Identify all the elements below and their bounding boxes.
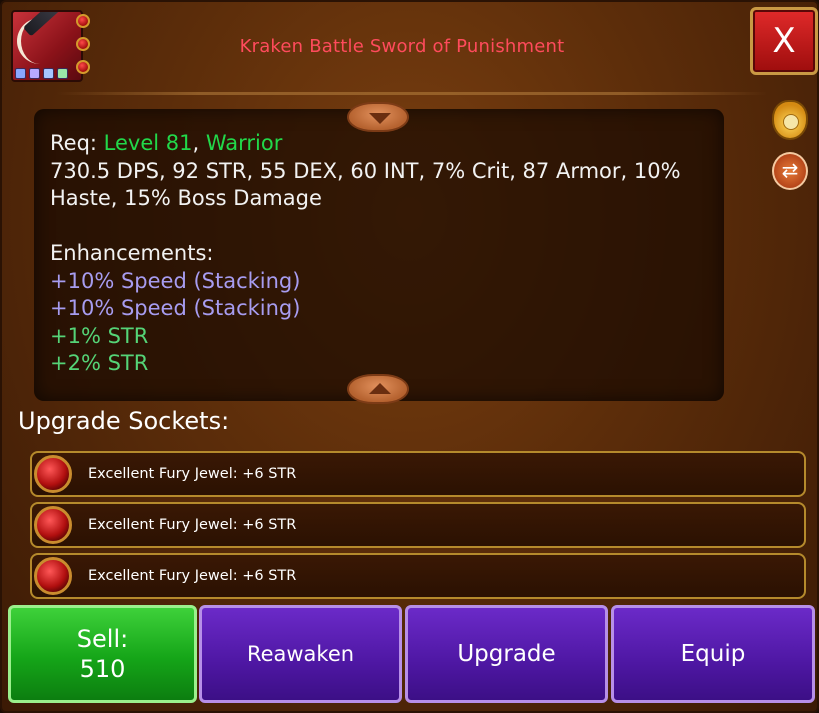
sell-button[interactable]: Sell: 510 [8, 605, 197, 703]
socket-label: Excellent Fury Jewel: +6 STR [88, 466, 297, 482]
swap-icon[interactable] [772, 152, 808, 190]
equip-button[interactable]: Equip [611, 605, 815, 703]
gem-pip [29, 68, 40, 79]
item-description: Req: Level 81, Warrior 730.5 DPS, 92 STR… [50, 130, 705, 378]
req-level: Level 81 [103, 131, 193, 155]
enhancement-line: +10% Speed (Stacking) [50, 268, 301, 293]
req-class: Warrior [205, 131, 283, 155]
enhancement-line: +10% Speed (Stacking) [50, 296, 301, 320]
requirements-line: Req: Level 81, Warrior [50, 130, 705, 158]
upgrade-socket-row[interactable]: Excellent Fury Jewel: +6 STR [30, 553, 806, 599]
req-separator: , [192, 131, 206, 155]
socket-label: Excellent Fury Jewel: +6 STR [88, 568, 297, 584]
scroll-down-button[interactable] [347, 102, 409, 132]
reawaken-button[interactable]: Reawaken [199, 605, 402, 703]
req-prefix: Req: [50, 131, 104, 155]
chevron-up-icon [369, 383, 391, 394]
close-button[interactable]: X [750, 7, 818, 75]
item-title: Kraken Battle Sword of Punishment [239, 36, 565, 57]
item-stats: 730.5 DPS, 92 STR, 55 DEX, 60 INT, 7% Cr… [50, 158, 681, 211]
enhancement-line: +1% STR [50, 323, 149, 348]
gem-pip [15, 68, 26, 79]
item-detail-panel: Kraken Battle Sword of Punishment X Req:… [0, 0, 819, 713]
item-socket-dot [76, 14, 90, 28]
upgrade-sockets-title: Upgrade Sockets: [18, 407, 230, 435]
enhancements-heading: Enhancements: [50, 241, 214, 265]
item-socket-dot [76, 60, 90, 74]
header-divider [57, 92, 767, 95]
money-bag-icon[interactable] [772, 100, 808, 140]
scroll-up-button[interactable] [347, 374, 409, 404]
socket-label: Excellent Fury Jewel: +6 STR [88, 517, 297, 533]
upgrade-socket-row[interactable]: Excellent Fury Jewel: +6 STR [30, 451, 806, 497]
item-socket-dot [76, 37, 90, 51]
upgrade-socket-row[interactable]: Excellent Fury Jewel: +6 STR [30, 502, 806, 548]
sell-value: 510 [79, 655, 126, 683]
sell-label: Sell: [76, 625, 129, 653]
red-jewel-icon [34, 506, 72, 544]
upgrade-button[interactable]: Upgrade [405, 605, 608, 703]
red-jewel-icon [34, 557, 72, 595]
gem-pip [57, 68, 68, 79]
gem-pip [43, 68, 54, 79]
red-jewel-icon [34, 455, 72, 493]
chevron-down-icon [369, 113, 391, 124]
